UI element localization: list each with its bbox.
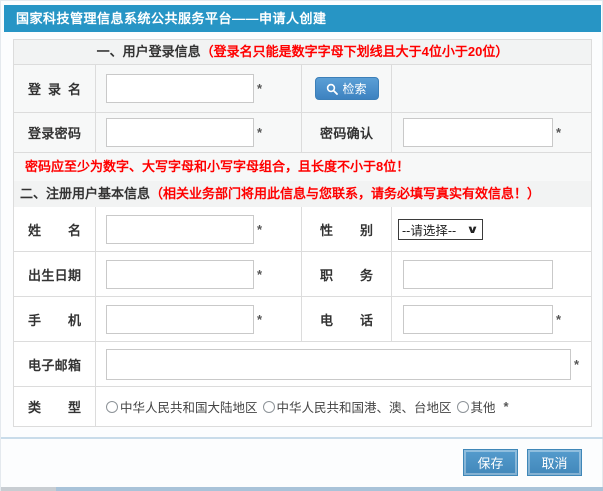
name-input[interactable]: [106, 215, 254, 244]
duty-input[interactable]: [403, 260, 553, 289]
section-basic-title: 二、注册用户基本信息: [20, 186, 150, 201]
page-background: 国家科技管理信息系统公共服务平台——申请人创建 一、用户登录信息（登录名只能是数…: [0, 0, 603, 491]
login-name-input[interactable]: [106, 74, 254, 103]
password-notice: 密码应至少为数字、大写字母和小写字母组合，且长度不小于8位！: [14, 153, 591, 181]
radio-icon[interactable]: [457, 401, 469, 413]
save-button[interactable]: 保存: [463, 449, 518, 476]
email-label: 电子邮箱: [28, 355, 81, 374]
login-name-label: 登录名: [28, 79, 81, 98]
birth-date-label: 出生日期: [28, 265, 81, 284]
search-button[interactable]: 检索: [315, 77, 379, 100]
gender-label-cell: 性别: [301, 207, 391, 251]
gender-field-cell: --请选择-- ∨: [391, 207, 591, 251]
confirm-password-input[interactable]: [403, 118, 553, 147]
password-row: 登录密码 * 密码确认 *: [14, 112, 591, 152]
email-input[interactable]: [106, 349, 571, 380]
type-label: 类型: [28, 397, 81, 416]
type-option-hmt-label: 中华人民共和国港、澳、台地区: [277, 397, 452, 416]
type-option-hmt[interactable]: 中华人民共和国港、澳、台地区: [263, 397, 452, 416]
section-login-heading: 一、用户登录信息（登录名只能是数字字母下划线且大于4位小于20位）: [14, 40, 591, 64]
footer-actions: 保存 取消: [463, 449, 582, 476]
mobile-label: 手机: [28, 310, 81, 329]
section-login-header-row: 一、用户登录信息（登录名只能是数字字母下划线且大于4位小于20位）: [14, 40, 591, 64]
email-label-cell: 电子邮箱: [14, 342, 95, 386]
birth-duty-row: 出生日期 * 职务: [14, 251, 591, 296]
email-required-mark: *: [574, 357, 579, 372]
login-password-required-mark: *: [257, 125, 262, 140]
confirm-password-label: 密码确认: [320, 123, 373, 142]
search-icon: [326, 83, 338, 95]
section-basic-note: （相关业务部门将用此信息与您联系，请务必填写真实有效信息！）: [150, 186, 540, 201]
window-title-bar: 国家科技管理信息系统公共服务平台——申请人创建: [4, 5, 601, 32]
birth-required-mark: *: [257, 267, 262, 282]
mobile-label-cell: 手机: [14, 297, 95, 341]
type-option-mainland[interactable]: 中华人民共和国大陆地区: [106, 397, 258, 416]
duty-label-cell: 职务: [301, 252, 391, 296]
confirm-password-label-cell: 密码确认: [301, 113, 391, 152]
login-name-label-cell: 登录名: [14, 65, 95, 112]
type-label-cell: 类型: [14, 387, 95, 426]
login-name-empty-cell: [391, 65, 591, 112]
section-login-note: （登录名只能是数字字母下划线且大于4位小于20位）: [201, 44, 509, 59]
mobile-input[interactable]: [106, 305, 254, 334]
search-button-label: 检索: [342, 80, 366, 97]
search-button-cell: 检索: [301, 65, 391, 112]
type-option-other[interactable]: 其他: [457, 397, 496, 416]
registration-form: 一、用户登录信息（登录名只能是数字字母下划线且大于4位小于20位） 登录名 *: [13, 39, 592, 427]
email-row: 电子邮箱 *: [14, 341, 591, 386]
footer-divider: [1, 437, 603, 439]
horizontal-scrollbar-corner[interactable]: [1, 487, 56, 491]
name-label-cell: 姓名: [14, 207, 95, 251]
cancel-button[interactable]: 取消: [527, 449, 582, 476]
chevron-down-icon: ∨: [466, 223, 479, 236]
horizontal-scrollbar-thumb[interactable]: [56, 487, 603, 491]
name-gender-row: 姓名 * 性别 --请选择-- ∨: [14, 206, 591, 251]
type-option-mainland-label: 中华人民共和国大陆地区: [120, 397, 258, 416]
phone-label-cell: 电话: [301, 297, 391, 341]
radio-icon[interactable]: [106, 401, 118, 413]
name-label: 姓名: [28, 220, 81, 239]
confirm-password-required-mark: *: [556, 125, 561, 140]
phone-input[interactable]: [403, 305, 553, 334]
section-basic-heading: 二、注册用户基本信息（相关业务部门将用此信息与您联系，请务必填写真实有效信息！）: [14, 181, 591, 207]
type-radio-group: 中华人民共和国大陆地区 中华人民共和国港、澳、台地区 其他 *: [106, 397, 509, 416]
phone-field-cell: *: [391, 297, 591, 341]
type-option-other-label: 其他: [471, 397, 496, 416]
section-login-title: 一、用户登录信息: [97, 44, 201, 59]
login-password-label-cell: 登录密码: [14, 113, 95, 152]
phone-label: 电话: [320, 310, 373, 329]
duty-field-cell: [391, 252, 591, 296]
email-field-cell: *: [95, 342, 591, 386]
name-required-mark: *: [257, 222, 262, 237]
type-row: 类型 中华人民共和国大陆地区 中华人民共和国港、澳、台地区 其他: [14, 386, 591, 426]
phone-required-mark: *: [556, 312, 561, 327]
login-password-field-cell: *: [95, 113, 301, 152]
birth-label-cell: 出生日期: [14, 252, 95, 296]
gender-select[interactable]: --请选择-- ∨: [398, 219, 483, 240]
page-title: 国家科技管理信息系统公共服务平台——申请人创建: [16, 11, 327, 26]
mobile-required-mark: *: [257, 312, 262, 327]
login-name-field-cell: *: [95, 65, 301, 112]
gender-label: 性别: [320, 220, 373, 239]
duty-label: 职务: [320, 265, 373, 284]
name-field-cell: *: [95, 207, 301, 251]
type-options-cell: 中华人民共和国大陆地区 中华人民共和国港、澳、台地区 其他 *: [95, 387, 591, 426]
radio-icon[interactable]: [263, 401, 275, 413]
mobile-field-cell: *: [95, 297, 301, 341]
confirm-password-field-cell: *: [391, 113, 591, 152]
login-name-row: 登录名 * 检索: [14, 64, 591, 112]
gender-select-value: --请选择--: [402, 220, 456, 239]
section-basic-header-row: 二、注册用户基本信息（相关业务部门将用此信息与您联系，请务必填写真实有效信息！）: [14, 180, 591, 206]
birth-field-cell: *: [95, 252, 301, 296]
password-notice-row: 密码应至少为数字、大写字母和小写字母组合，且长度不小于8位！: [14, 152, 591, 180]
login-password-label: 登录密码: [28, 123, 81, 142]
login-name-required-mark: *: [257, 81, 262, 96]
type-required-mark: *: [504, 399, 509, 414]
birth-date-input[interactable]: [106, 260, 254, 289]
mobile-phone-row: 手机 * 电话 *: [14, 296, 591, 341]
login-password-input[interactable]: [106, 118, 254, 147]
